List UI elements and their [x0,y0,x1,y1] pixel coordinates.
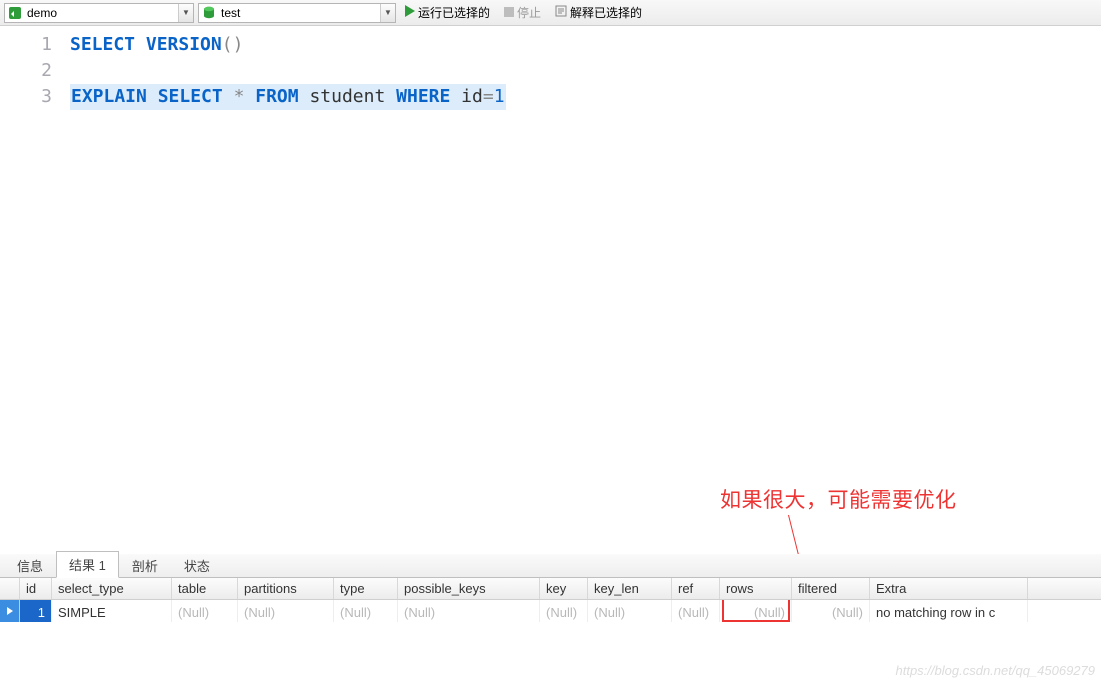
run-button[interactable]: 运行已选择的 [400,2,495,24]
database-combo[interactable]: test ▼ [198,3,396,23]
row-handle-header [0,578,20,599]
cell-id[interactable]: 1 [20,600,52,622]
line-gutter: 1 2 3 [0,26,62,524]
connection-icon [7,5,23,21]
line-num: 3 [0,84,52,110]
col-select-type[interactable]: select_type [52,578,172,599]
row-selector[interactable] [0,600,20,622]
connection-combo[interactable]: demo ▼ [4,3,194,23]
stop-icon [504,6,514,20]
grid-header: id select_type table partitions type pos… [0,578,1101,600]
tab-result-1[interactable]: 结果 1 [56,551,119,578]
explain-icon [555,5,567,20]
line-num: 1 [0,32,52,58]
col-rows[interactable]: rows [720,578,792,599]
chevron-down-icon: ▼ [178,4,193,22]
result-tabs: 信息 结果 1 剖析 状态 [0,554,1101,578]
col-extra[interactable]: Extra [870,578,1028,599]
parens: () [222,34,244,55]
cell-type[interactable]: (Null) [334,600,398,622]
sql-editor[interactable]: 1 2 3 SELECT VERSION() EXPLAIN SELECT * … [0,26,1101,524]
stop-button: 停止 [499,2,546,24]
database-icon [201,5,217,21]
cell-table[interactable]: (Null) [172,600,238,622]
chevron-down-icon: ▼ [380,4,395,22]
tab-info[interactable]: 信息 [4,552,56,578]
watermark: https://blog.csdn.net/qq_45069279 [896,663,1096,678]
cell-partitions[interactable]: (Null) [238,600,334,622]
col-id[interactable]: id [20,578,52,599]
cell-possible-keys[interactable]: (Null) [398,600,540,622]
play-icon [405,5,415,20]
cell-key-len[interactable]: (Null) [588,600,672,622]
line-num: 2 [0,58,52,84]
annotation-text: 如果很大，可能需要优化 [720,484,957,514]
run-label: 运行已选择的 [418,4,490,21]
col-partitions[interactable]: partitions [238,578,334,599]
cell-select-type[interactable]: SIMPLE [52,600,172,622]
col-key[interactable]: key [540,578,588,599]
col-ref[interactable]: ref [672,578,720,599]
cell-ref[interactable]: (Null) [672,600,720,622]
toolbar: demo ▼ test ▼ 运行已选择的 停止 解释已选择的 [0,0,1101,26]
col-possible-keys[interactable]: possible_keys [398,578,540,599]
connection-value: demo [25,6,178,20]
cell-rows[interactable]: (Null) [720,600,792,622]
stop-label: 停止 [517,4,541,21]
col-type[interactable]: type [334,578,398,599]
database-value: test [219,6,380,20]
explain-button[interactable]: 解释已选择的 [550,2,647,24]
cell-key[interactable]: (Null) [540,600,588,622]
grid-row[interactable]: 1 SIMPLE (Null) (Null) (Null) (Null) (Nu… [0,600,1101,622]
tab-profile[interactable]: 剖析 [119,552,171,578]
explain-label: 解释已选择的 [570,4,642,21]
col-key-len[interactable]: key_len [588,578,672,599]
function: VERSION [146,34,222,55]
col-table[interactable]: table [172,578,238,599]
tab-status[interactable]: 状态 [171,552,223,578]
cell-filtered[interactable]: (Null) [792,600,870,622]
selected-text: EXPLAIN SELECT * FROM student WHERE id=1 [70,84,506,110]
cell-extra[interactable]: no matching row in c [870,600,1028,622]
code-area[interactable]: SELECT VERSION() EXPLAIN SELECT * FROM s… [62,26,1101,524]
keyword: SELECT [70,34,135,55]
col-filtered[interactable]: filtered [792,578,870,599]
